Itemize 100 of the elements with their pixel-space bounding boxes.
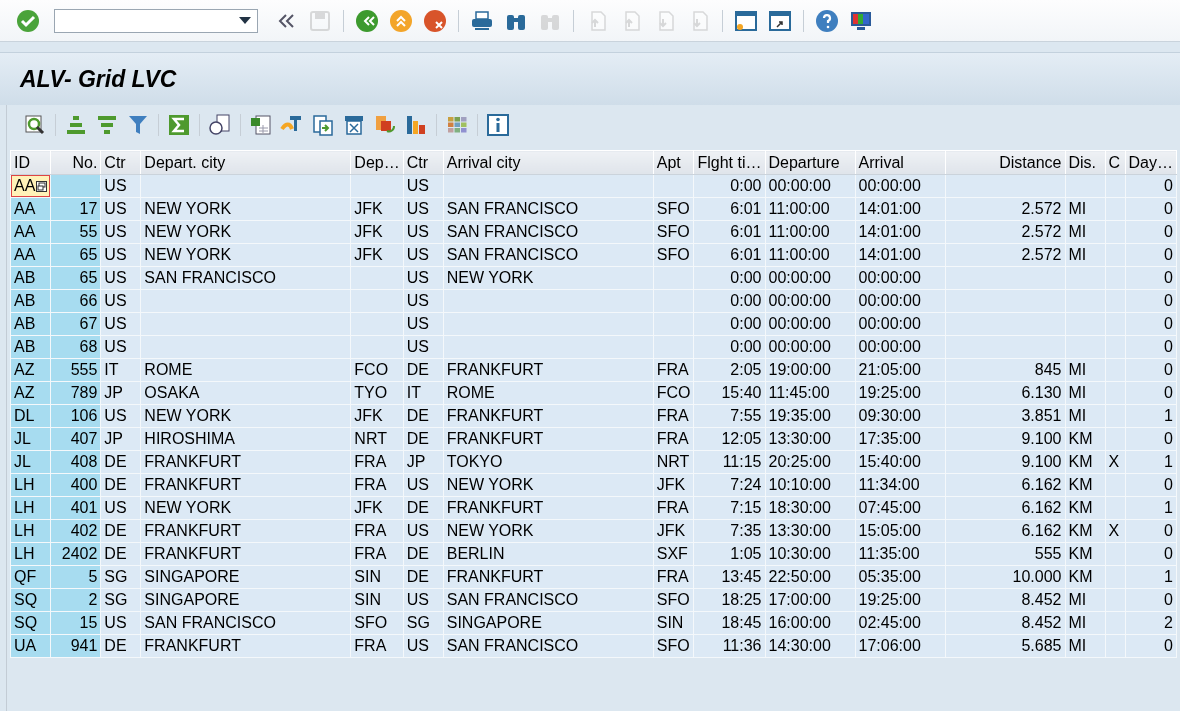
table-cell: LH (10, 542, 51, 566)
table-cell: HIROSHIMA (140, 427, 351, 451)
table-cell: 9.100 (945, 427, 1065, 451)
table-cell: ROME (140, 358, 351, 382)
table-cell: FRANKFURT (140, 450, 351, 474)
new-window-icon[interactable] (734, 8, 758, 33)
table-cell: AZ (10, 358, 51, 382)
column-header[interactable]: Flght ti… (694, 150, 765, 175)
windows-icon[interactable] (36, 180, 48, 192)
table-cell: FRANKFURT (140, 634, 351, 658)
help-icon[interactable] (815, 8, 839, 33)
column-header[interactable]: Ctr (403, 150, 444, 175)
column-header[interactable]: ID (10, 150, 51, 175)
bar-chart-icon[interactable] (404, 113, 428, 137)
table-cell: NEW YORK (140, 243, 351, 267)
table-cell: QF (10, 565, 51, 589)
filter-icon[interactable] (126, 113, 150, 137)
table-cell: SQ (10, 588, 51, 612)
column-header[interactable]: Depart. city (140, 150, 351, 175)
table-cell: LH (10, 496, 51, 520)
table-cell: NEW YORK (140, 220, 351, 244)
table-cell: SAN FRANCISCO (443, 634, 654, 658)
table-cell: NEW YORK (443, 519, 654, 543)
table-cell: BERLIN (443, 542, 654, 566)
column-header[interactable]: Departure (765, 150, 855, 175)
table-cell: SAN FRANCISCO (140, 266, 351, 290)
table-cell: 3.851 (945, 404, 1065, 428)
table-cell: FRANKFURT (140, 473, 351, 497)
cancel-icon[interactable] (423, 8, 447, 33)
spreadsheet-icon[interactable] (249, 113, 273, 137)
page-title: ALV- Grid LVC (20, 65, 177, 93)
table-cell: 6.162 (945, 496, 1065, 520)
column-header[interactable]: C (1105, 150, 1125, 175)
shortcut-icon[interactable] (768, 8, 792, 33)
magnifier-icon[interactable] (23, 113, 47, 137)
table-cell: FRANKFURT (140, 542, 351, 566)
command-field[interactable] (54, 8, 258, 33)
column-header[interactable]: No. (50, 150, 101, 175)
table-cell: 2.572 (945, 220, 1065, 244)
table-cell: 5.685 (945, 634, 1065, 658)
table-cell: AB (10, 312, 51, 336)
table-cell: 845 (945, 358, 1065, 382)
export-icon[interactable] (311, 113, 335, 137)
checkmark-icon[interactable] (16, 8, 40, 33)
table-cell: 10.000 (945, 565, 1065, 589)
table-cell: OSAKA (140, 381, 351, 405)
sigma-icon[interactable] (167, 113, 191, 137)
sort-descending-icon[interactable] (95, 113, 119, 137)
table-cell: DL (10, 404, 51, 428)
table-cell: AA (10, 197, 51, 221)
column-header[interactable]: Day… (1125, 150, 1177, 175)
table-cell: NEW YORK (140, 197, 351, 221)
table-cell: SINGAPORE (140, 565, 351, 589)
table-cell: NEW YORK (443, 266, 654, 290)
table-cell: AB (10, 335, 51, 359)
table-cell: FRANKFURT (443, 358, 654, 382)
column-header[interactable]: Arrival city (443, 150, 654, 175)
table-cell: 8.452 (945, 611, 1065, 635)
document-icon[interactable] (208, 113, 232, 137)
info-icon[interactable] (486, 113, 510, 137)
table-export-icon[interactable] (342, 113, 366, 137)
table-cell: 6.130 (945, 381, 1065, 405)
table-cell: AA (10, 174, 51, 198)
table-cell: FRANKFURT (443, 404, 654, 428)
table-cell: SAN FRANCISCO (443, 197, 654, 221)
printer-icon[interactable] (470, 8, 494, 33)
table-cell: SAN FRANCISCO (443, 220, 654, 244)
table-cell: FRANKFURT (443, 496, 654, 520)
back-icon[interactable] (355, 8, 379, 33)
table-cell: 8.452 (945, 588, 1065, 612)
table-cell: 6.162 (945, 519, 1065, 543)
table-cell: LH (10, 473, 51, 497)
column-header[interactable]: Ctr (100, 150, 141, 175)
table-cell: ROME (443, 381, 654, 405)
table-cell: SINGAPORE (140, 588, 351, 612)
table-cell: FRANKFURT (140, 519, 351, 543)
table-cell: JL (10, 427, 51, 451)
column-header[interactable]: Distance (945, 150, 1065, 175)
column-header[interactable]: Arrival (855, 150, 945, 175)
column-header[interactable]: Apt (653, 150, 694, 175)
table-cell: UA (10, 634, 51, 658)
table-cell: SAN FRANCISCO (443, 243, 654, 267)
table-cell: 555 (945, 542, 1065, 566)
column-header[interactable]: Dis. (1065, 150, 1105, 175)
table-cell: NEW YORK (140, 496, 351, 520)
table-cell: 9.100 (945, 450, 1065, 474)
column-header[interactable]: Dep… (350, 150, 404, 175)
table-cell: FRANKFURT (443, 427, 654, 451)
table-cell: 2.572 (945, 197, 1065, 221)
table-cell: LH (10, 519, 51, 543)
table-cell: FRANKFURT (443, 565, 654, 589)
table-cell: TOKYO (443, 450, 654, 474)
table-cell: NEW YORK (140, 404, 351, 428)
table-cell: AB (10, 289, 51, 313)
table-cell: SQ (10, 611, 51, 635)
table-cell: AZ (10, 381, 51, 405)
table-cell: JL (10, 450, 51, 474)
table-cell: AB (10, 266, 51, 290)
sort-ascending-icon[interactable] (64, 113, 88, 137)
dropdown-caret-icon[interactable] (239, 16, 251, 25)
